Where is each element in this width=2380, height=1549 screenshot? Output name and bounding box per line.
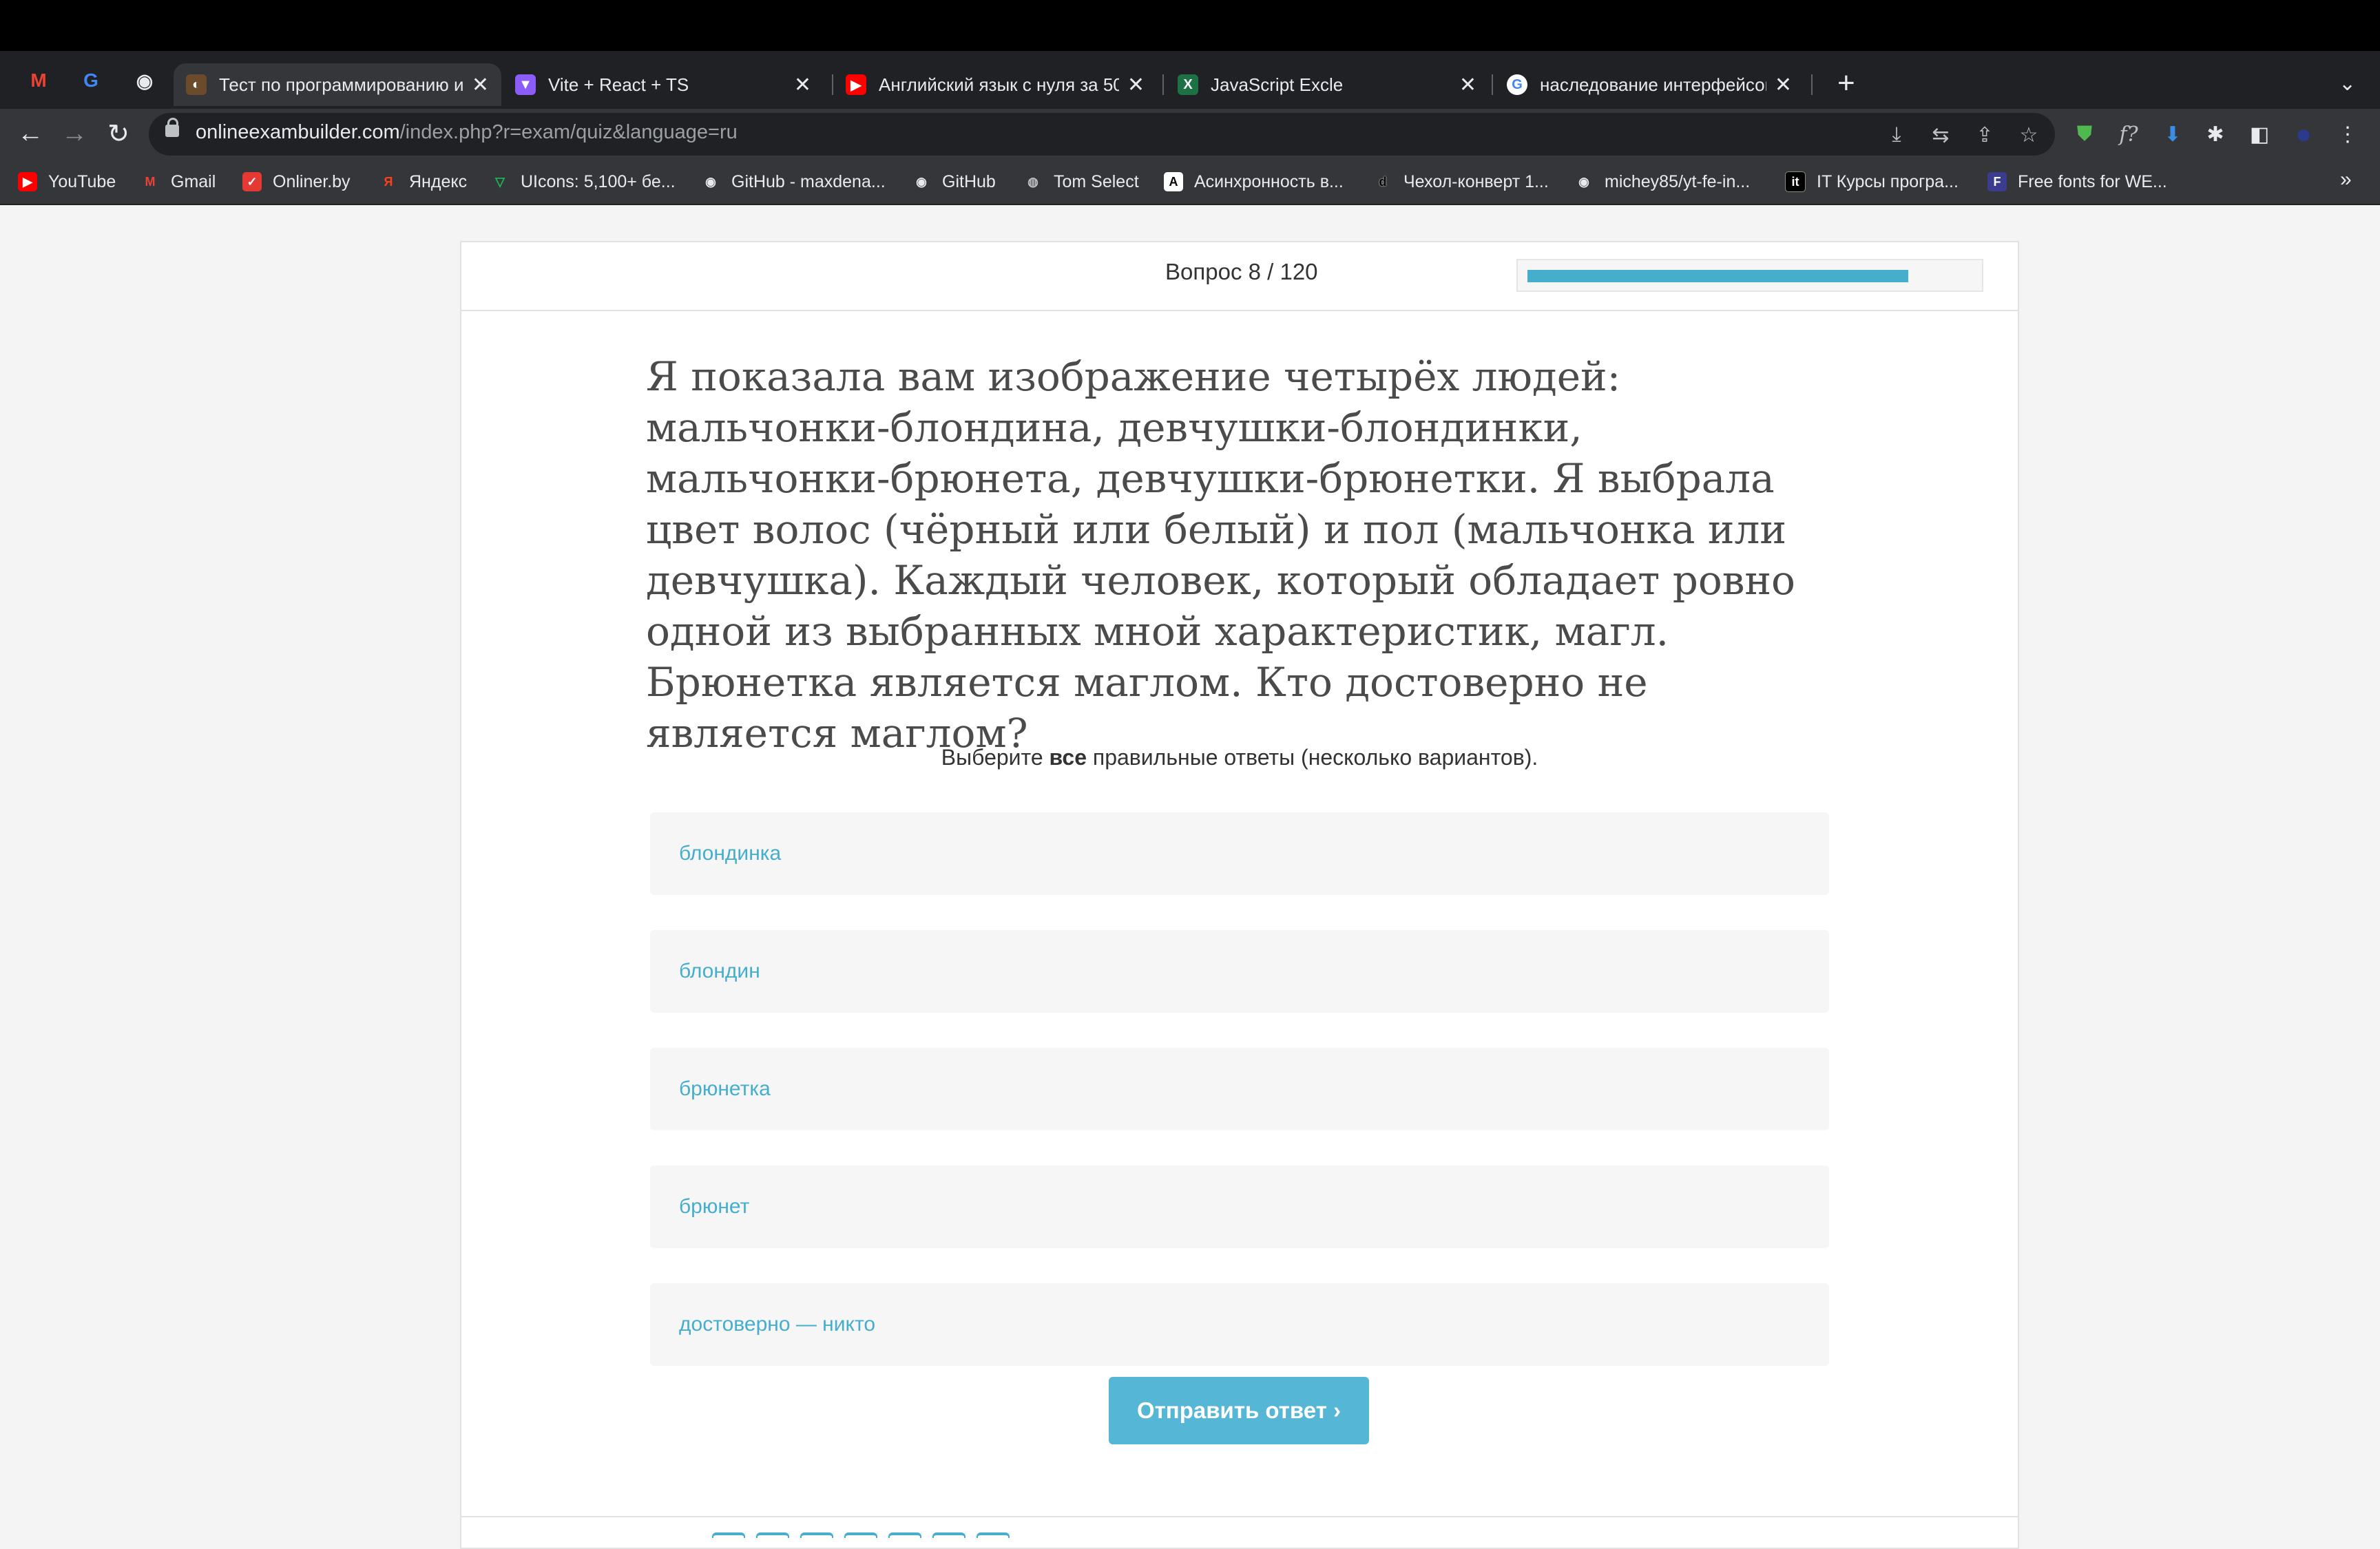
new-tab-button[interactable]: + — [1837, 66, 1855, 101]
youtube-favicon-icon: ▶ — [846, 74, 866, 95]
yandex-icon: Я — [384, 174, 393, 189]
bookmark-michey85[interactable]: ◉ michey85/yt-fe-in... — [1574, 168, 1750, 196]
bookmark-it-courses[interactable]: it IT Курсы програ... — [1785, 168, 1959, 196]
excel-favicon-icon: X — [1178, 74, 1198, 95]
reload-icon[interactable]: ↻ — [102, 117, 135, 150]
answer-option[interactable]: блондинка — [650, 812, 1829, 895]
github-tab-icon[interactable]: ◉ — [132, 70, 157, 92]
share-icon[interactable]: ⇪ — [1971, 121, 1998, 149]
extensions-puzzle-icon[interactable]: ✱ — [2201, 120, 2230, 149]
tab-title: Английский язык с нуля за 50 — [879, 74, 1119, 95]
github-icon: ◉ — [1578, 174, 1589, 189]
bookmark-github[interactable]: ◉ GitHub — [912, 168, 996, 196]
gmail-tab-icon[interactable]: M — [26, 70, 51, 91]
quiz-favicon-icon: ◐ — [186, 74, 207, 95]
tab-excel[interactable]: X JavaScript Excle ✕ — [1165, 63, 1489, 106]
forward-arrow-icon[interactable]: → — [58, 117, 91, 150]
globe-icon: ◍ — [1027, 174, 1038, 189]
question-text: Я показала вам изображение четырёх людей… — [646, 353, 1795, 757]
progress-bar-fill — [1527, 270, 1908, 282]
it-courses-icon: it — [1785, 171, 1806, 192]
submit-answer-button[interactable]: Отправить ответ › — [1109, 1377, 1369, 1444]
tab-divider — [1811, 74, 1813, 95]
answer-hint: Выберите все правильные ответы (нескольк… — [941, 745, 1538, 770]
bookmark-youtube[interactable]: ▶ YouTube — [18, 168, 116, 196]
download-extension-icon[interactable]: ⬇ — [2158, 120, 2187, 149]
bookmark-free-fonts[interactable]: F Free fonts for WE... — [1987, 168, 2167, 196]
answer-option[interactable]: блондин — [650, 930, 1829, 1013]
gmail-icon: M — [145, 174, 156, 189]
answer-option[interactable]: брюнетка — [650, 1048, 1829, 1130]
bookmarks-overflow-chevron-icon[interactable]: » — [2340, 168, 2352, 191]
url-text[interactable]: onlineexambuilder.com/index.php?r=exam/q… — [196, 121, 738, 144]
translate-page-icon[interactable]: ⇆ — [1927, 121, 1954, 149]
question-nav-button[interactable] — [932, 1532, 965, 1538]
bookmark-gmail[interactable]: M Gmail — [140, 168, 216, 196]
bookmark-tom-select[interactable]: ◍ Tom Select — [1023, 168, 1139, 196]
tab-quiz[interactable]: ◐ Тест по программированию и… ✕ — [174, 63, 501, 106]
bookmark-async[interactable]: A Асинхронность в... — [1164, 168, 1344, 196]
adguard-shield-icon[interactable]: ⛊ — [2070, 120, 2099, 149]
tab-search-chevron-icon[interactable]: ⌄ — [2339, 72, 2356, 96]
tab-title: Тест по программированию и… — [219, 74, 463, 95]
bookmark-yandex[interactable]: Я Яндекс — [379, 168, 468, 196]
panel-divider — [460, 1516, 2019, 1517]
tab-title: JavaScript Excle — [1211, 74, 1344, 95]
question-nav-button[interactable] — [800, 1532, 833, 1538]
bookmark-github-maxdena[interactable]: ◉ GitHub - maxdena... — [701, 168, 886, 196]
youtube-icon: ▶ — [18, 172, 37, 191]
bookmark-onliner[interactable]: ✓ Onliner.by — [242, 168, 351, 196]
bookmark-case[interactable]: d Чехол-конверт 1... — [1373, 168, 1549, 196]
github-icon: ◉ — [705, 174, 716, 189]
tab-divider — [1492, 74, 1493, 95]
side-panel-icon[interactable]: ◧ — [2245, 120, 2274, 149]
close-icon[interactable]: ✕ — [1127, 73, 1145, 97]
free-fonts-icon: F — [1987, 172, 2007, 191]
close-icon[interactable]: ✕ — [794, 73, 811, 97]
github-icon: ◉ — [916, 174, 927, 189]
answer-option[interactable]: брюнет — [650, 1166, 1829, 1248]
tab-vite[interactable]: ▼ Vite + React + TS ✕ — [503, 63, 824, 106]
question-counter: Вопрос 8 / 120 — [1165, 259, 1318, 284]
answer-option[interactable]: достоверно — никто — [650, 1283, 1829, 1366]
question-nav-button[interactable] — [712, 1532, 745, 1538]
lock-icon[interactable] — [165, 118, 179, 137]
profile-avatar-icon[interactable]: ● — [2289, 119, 2318, 149]
install-app-icon[interactable]: ⤓ — [1883, 121, 1910, 149]
close-icon[interactable]: ✕ — [1459, 73, 1476, 97]
close-icon[interactable]: ✕ — [472, 73, 489, 97]
question-nav-button[interactable] — [977, 1532, 1010, 1538]
async-site-icon: A — [1164, 172, 1183, 191]
question-nav-button[interactable] — [888, 1532, 921, 1538]
back-arrow-icon[interactable]: ← — [14, 117, 47, 150]
translate-tab-icon[interactable]: G — [79, 70, 103, 91]
tab-title: Vite + React + TS — [548, 74, 689, 95]
tab-divider — [1162, 74, 1164, 95]
onliner-icon: ✓ — [242, 172, 262, 191]
google-favicon-icon: G — [1507, 74, 1527, 95]
tab-english[interactable]: ▶ Английский язык с нуля за 50 ✕ — [833, 63, 1157, 106]
question-nav-button[interactable] — [844, 1532, 877, 1538]
os-top-bar — [0, 0, 2380, 51]
whatfont-icon[interactable]: f? — [2114, 120, 2143, 149]
case-shop-icon: d — [1379, 174, 1387, 189]
browser-menu-icon[interactable]: ⋮ — [2333, 120, 2362, 149]
tab-title: наследование интерфейсов с… — [1540, 74, 1766, 95]
question-nav-button[interactable] — [756, 1532, 789, 1538]
bookmark-star-icon[interactable]: ☆ — [2015, 121, 2043, 149]
vite-favicon-icon: ▼ — [515, 74, 536, 95]
progress-bar — [1516, 259, 1983, 292]
uicons-icon: ▽ — [495, 174, 505, 189]
close-icon[interactable]: ✕ — [1775, 73, 1792, 97]
bookmark-uicons[interactable]: ▽ UIcons: 5,100+ бе... — [490, 168, 676, 196]
tab-google-search[interactable]: G наследование интерфейсов с… ✕ — [1494, 63, 1804, 106]
